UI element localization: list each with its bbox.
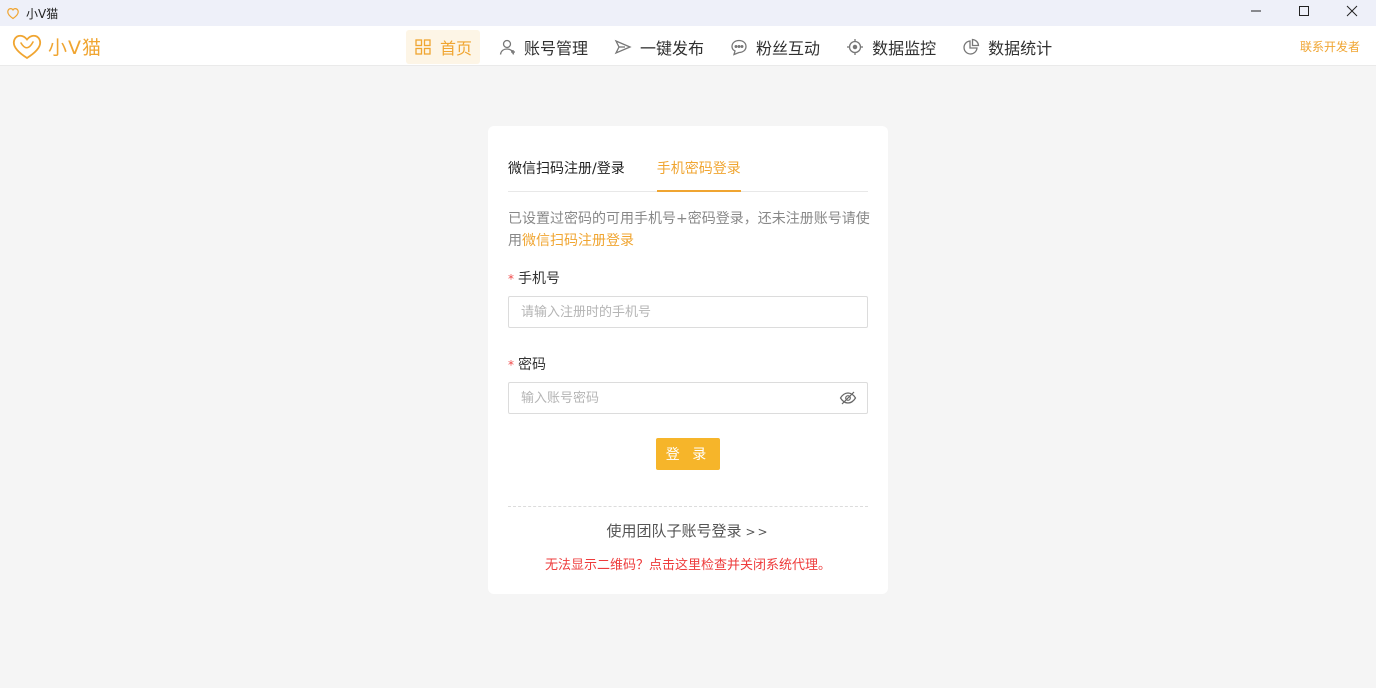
login-hint: 已设置过密码的可用手机号+密码登录，还未注册账号请使用微信扫码注册登录 xyxy=(508,208,870,252)
login-button[interactable]: 登 录 xyxy=(656,438,720,470)
nav-item-data-statistics[interactable]: 数据统计 xyxy=(954,30,1060,64)
nav-item-one-click-publish[interactable]: 一键发布 xyxy=(606,30,712,64)
nav-item-label: 账号管理 xyxy=(524,39,589,58)
nav-item-account-management[interactable]: 账号管理 xyxy=(490,30,596,64)
wechat-register-link[interactable]: 微信扫码注册登录 xyxy=(522,233,634,249)
user-icon xyxy=(498,38,516,56)
minimize-button[interactable] xyxy=(1232,0,1280,22)
password-label: * 密码 xyxy=(508,354,546,374)
nav-item-data-monitoring[interactable]: 数据监控 xyxy=(838,30,944,64)
phone-label: * 手机号 xyxy=(508,268,560,288)
phone-label-text: 手机号 xyxy=(518,271,560,287)
eye-off-icon[interactable] xyxy=(839,390,857,406)
qr-proxy-warning-link[interactable]: 无法显示二维码？点击这里检查并关闭系统代理。 xyxy=(488,554,888,573)
top-navbar: 小V猫 首页 账号管理 一键发布 粉丝互动 数据监控 数据统计 联系开发者 xyxy=(0,26,1376,66)
double-chevron-right-icon: >> xyxy=(745,525,770,539)
chat-icon xyxy=(730,38,748,56)
tab-wechat-login[interactable]: 微信扫码注册/登录 xyxy=(508,150,625,192)
main-nav: 首页 账号管理 一键发布 粉丝互动 数据监控 数据统计 xyxy=(406,30,1070,64)
login-tabs: 微信扫码注册/登录 手机密码登录 xyxy=(508,150,868,192)
nav-item-label: 数据监控 xyxy=(872,39,937,58)
password-input[interactable] xyxy=(509,383,867,413)
nav-item-label: 数据统计 xyxy=(988,39,1053,58)
nav-item-fan-interaction[interactable]: 粉丝互动 xyxy=(722,30,828,64)
nav-item-label: 粉丝互动 xyxy=(756,39,821,58)
send-icon xyxy=(614,38,632,56)
app-logo-icon xyxy=(6,6,20,20)
divider xyxy=(508,506,868,507)
team-login-text: 使用团队子账号登录 xyxy=(606,522,742,540)
team-sub-account-login-link[interactable]: 使用团队子账号登录 >> xyxy=(488,520,888,541)
grid-icon xyxy=(414,38,432,56)
contact-developer-link[interactable]: 联系开发者 xyxy=(1300,38,1360,55)
password-label-text: 密码 xyxy=(518,357,546,373)
pie-chart-icon xyxy=(962,38,980,56)
required-mark: * xyxy=(508,358,514,372)
target-icon xyxy=(846,38,864,56)
nav-item-label: 一键发布 xyxy=(640,39,705,58)
close-button[interactable] xyxy=(1328,0,1376,22)
nav-item-label: 首页 xyxy=(440,39,473,58)
login-card: 微信扫码注册/登录 手机密码登录 已设置过密码的可用手机号+密码登录，还未注册账… xyxy=(488,126,888,594)
tab-phone-password-login[interactable]: 手机密码登录 xyxy=(656,150,741,192)
window-titlebar: 小V猫 xyxy=(0,0,1376,26)
brand-logo-icon xyxy=(10,31,44,61)
brand[interactable]: 小V猫 xyxy=(10,30,102,62)
password-field xyxy=(508,382,868,414)
brand-name: 小V猫 xyxy=(48,36,102,59)
required-mark: * xyxy=(508,272,514,286)
maximize-icon xyxy=(1299,6,1309,16)
window-controls xyxy=(1232,0,1376,26)
close-icon xyxy=(1346,5,1358,17)
window-title: 小V猫 xyxy=(26,6,59,21)
phone-input[interactable] xyxy=(509,297,867,327)
phone-field xyxy=(508,296,868,328)
nav-item-home[interactable]: 首页 xyxy=(406,30,481,64)
maximize-button[interactable] xyxy=(1280,0,1328,22)
minimize-icon xyxy=(1251,10,1261,12)
